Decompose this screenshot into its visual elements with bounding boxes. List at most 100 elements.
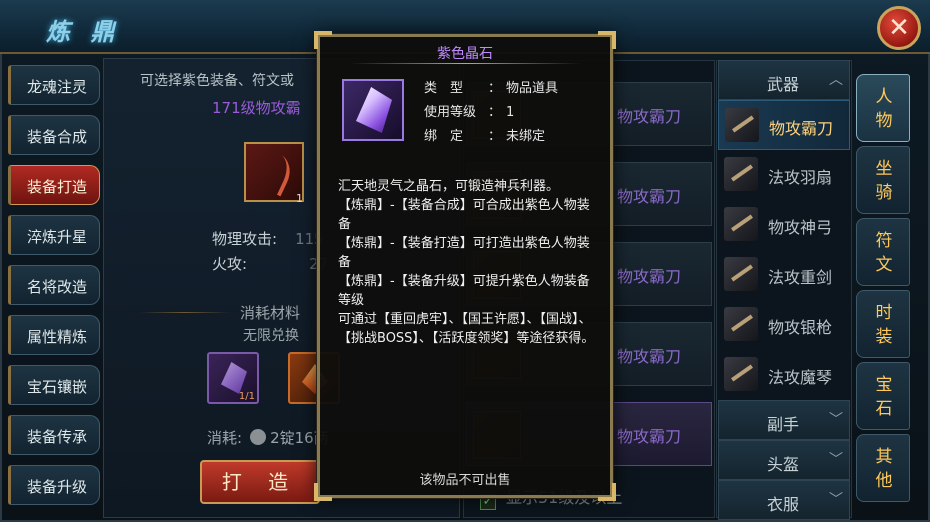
- category-item-label: 法攻重剑: [768, 268, 833, 287]
- weapon-icon: [724, 307, 758, 341]
- cost-label: 消耗:: [207, 429, 243, 447]
- weapon-icon: [724, 207, 758, 241]
- target-item-count: 1: [296, 192, 303, 205]
- category-item[interactable]: 物攻霸刀: [718, 100, 850, 150]
- left-nav-label: 龙魂注灵: [27, 78, 88, 96]
- category-label: 副手: [767, 415, 800, 434]
- left-nav-item[interactable]: 淬炼升星: [8, 215, 100, 255]
- chevron-down-icon: ﹀: [829, 452, 843, 468]
- attribute-value: 1: [506, 105, 515, 120]
- right-tab-label: 符文: [875, 231, 893, 275]
- left-nav-item[interactable]: 装备传承: [8, 415, 100, 455]
- item-card-name: 物攻霸刀: [617, 427, 682, 446]
- left-nav-item[interactable]: 名将改造: [8, 265, 100, 305]
- category-item-label: 物攻银枪: [768, 318, 833, 337]
- left-nav-item[interactable]: 属性精炼: [8, 315, 100, 355]
- silver-coin-icon: [250, 429, 267, 445]
- tooltip-title: 紫色晶石: [437, 46, 493, 62]
- forge-button[interactable]: 打 造: [200, 460, 320, 504]
- category-item[interactable]: 法攻羽扇: [718, 150, 850, 200]
- item-tooltip: 紫色晶石 类 型 ： 物品道具 使用等级 ： 1 绑 定 ： 未绑定 汇天地灵气之晶石，可锻造神…: [314, 31, 616, 501]
- tooltip-description: 汇天地灵气之晶石，可锻造神兵利器。【炼鼎】-【装备合成】可合成出紫色人物装备 【炼…: [338, 177, 598, 348]
- close-button[interactable]: ✕: [877, 6, 921, 50]
- attribute-key: 绑 定: [424, 129, 464, 144]
- left-nav-label: 淬炼升星: [27, 228, 88, 246]
- blade-icon: [253, 149, 297, 197]
- description-line: 【炼鼎】-【装备打造】可打造出紫色人物装备: [338, 236, 590, 270]
- materials-title: 消耗材料: [240, 304, 301, 322]
- chevron-down-icon: ﹀: [829, 412, 843, 428]
- left-nav-label: 装备合成: [27, 128, 88, 146]
- left-nav-label: 宝石镶嵌: [27, 378, 88, 396]
- description-line: 可通过【重回虎牢】、【国王许愿】、【国战】、【挑战BOSS】、【活跃度领奖】等途…: [338, 312, 595, 346]
- category-label: 头盔: [767, 455, 800, 474]
- attribute-key: 使用等级: [424, 105, 477, 120]
- left-nav-label: 属性精炼: [27, 328, 88, 346]
- tooltip-attribute-row: 使用等级 ： 1: [424, 101, 514, 120]
- category-label: 衣服: [767, 495, 800, 514]
- window-title: 炼 鼎: [46, 17, 121, 46]
- tooltip-attribute-row: 绑 定 ： 未绑定: [424, 125, 545, 144]
- right-tab[interactable]: 时装: [856, 290, 910, 358]
- left-nav-label: 装备升级: [27, 478, 88, 496]
- left-nav-item[interactable]: 装备升级: [8, 465, 100, 505]
- tooltip-attribute-row: 类 型 ： 物品道具: [424, 77, 558, 96]
- category-header[interactable]: 头盔 ﹀: [718, 440, 850, 480]
- category-weapon-header[interactable]: 武器 ︿: [718, 60, 850, 100]
- category-header[interactable]: 衣服 ﹀: [718, 480, 850, 520]
- category-item-label: 物攻霸刀: [769, 119, 834, 138]
- left-nav-label: 装备打造: [27, 178, 88, 196]
- weapon-icon: [724, 357, 758, 391]
- stat-physical-attack: 物理攻击: 115: [212, 228, 324, 249]
- category-item[interactable]: 法攻重剑: [718, 250, 850, 300]
- category-item[interactable]: 物攻银枪: [718, 300, 850, 350]
- left-nav-item[interactable]: 装备合成: [8, 115, 100, 155]
- category-item-label: 法攻羽扇: [768, 168, 833, 187]
- weapon-icon: [724, 157, 758, 191]
- description-line: 【炼鼎】-【装备升级】可提升紫色人物装备等级: [338, 274, 590, 308]
- left-nav-label: 装备传承: [27, 428, 88, 446]
- stat-fire-attack: 火攻:27: [212, 253, 328, 274]
- left-nav-item[interactable]: 宝石镶嵌: [8, 365, 100, 405]
- stat-label: 物理攻击:: [212, 230, 278, 248]
- weapon-icon: [725, 108, 759, 142]
- weapon-icon: [724, 257, 758, 291]
- material-qty: 1/1: [238, 391, 255, 402]
- category-item-label: 物攻神弓: [768, 218, 833, 237]
- right-tab[interactable]: 人物: [856, 74, 910, 142]
- divider: [350, 63, 580, 64]
- item-icon: [342, 79, 404, 141]
- materials-subtitle: 无限兑换: [243, 328, 299, 344]
- right-tab-label: 人物: [875, 87, 893, 131]
- right-tab-label: 宝石: [875, 375, 893, 419]
- material-slot-crystal[interactable]: 1/1: [207, 352, 259, 404]
- category-item[interactable]: 物攻神弓: [718, 200, 850, 250]
- tooltip-footer: 该物品不可出售: [419, 473, 511, 488]
- attribute-separator: ：: [488, 81, 502, 96]
- right-tab[interactable]: 其他: [856, 434, 910, 502]
- left-nav-item[interactable]: 龙魂注灵: [8, 65, 100, 105]
- category-label: 武器: [767, 75, 800, 94]
- left-nav-item[interactable]: 装备打造: [8, 165, 100, 205]
- attribute-key: 类 型: [424, 81, 464, 96]
- divider: [140, 312, 230, 313]
- right-tab[interactable]: 宝石: [856, 362, 910, 430]
- target-item-slot[interactable]: [244, 142, 304, 202]
- category-item[interactable]: 法攻魔琴: [718, 350, 850, 400]
- description-line: 【炼鼎】-【装备合成】可合成出紫色人物装备: [338, 198, 590, 232]
- category-item-label: 法攻魔琴: [768, 368, 833, 387]
- right-tab-label: 其他: [875, 447, 893, 491]
- forge-cost: 消耗: 2锭16两: [207, 427, 329, 448]
- category-header[interactable]: 副手 ﹀: [718, 400, 850, 440]
- right-tab[interactable]: 符文: [856, 218, 910, 286]
- attribute-separator: ：: [488, 129, 502, 144]
- purple-crystal-icon: [356, 87, 392, 133]
- item-card-name: 物攻霸刀: [617, 107, 682, 126]
- forge-hint: 可选择紫色装备、符文或: [140, 73, 294, 89]
- right-tab[interactable]: 坐骑: [856, 146, 910, 214]
- right-tab-label: 坐骑: [875, 159, 893, 203]
- chevron-down-icon: ﹀: [829, 492, 843, 508]
- stat-label: 火攻:: [212, 255, 248, 273]
- forge-target-title: 171级物攻霸: [212, 99, 301, 117]
- description-line: 汇天地灵气之晶石，可锻造神兵利器。: [338, 179, 560, 194]
